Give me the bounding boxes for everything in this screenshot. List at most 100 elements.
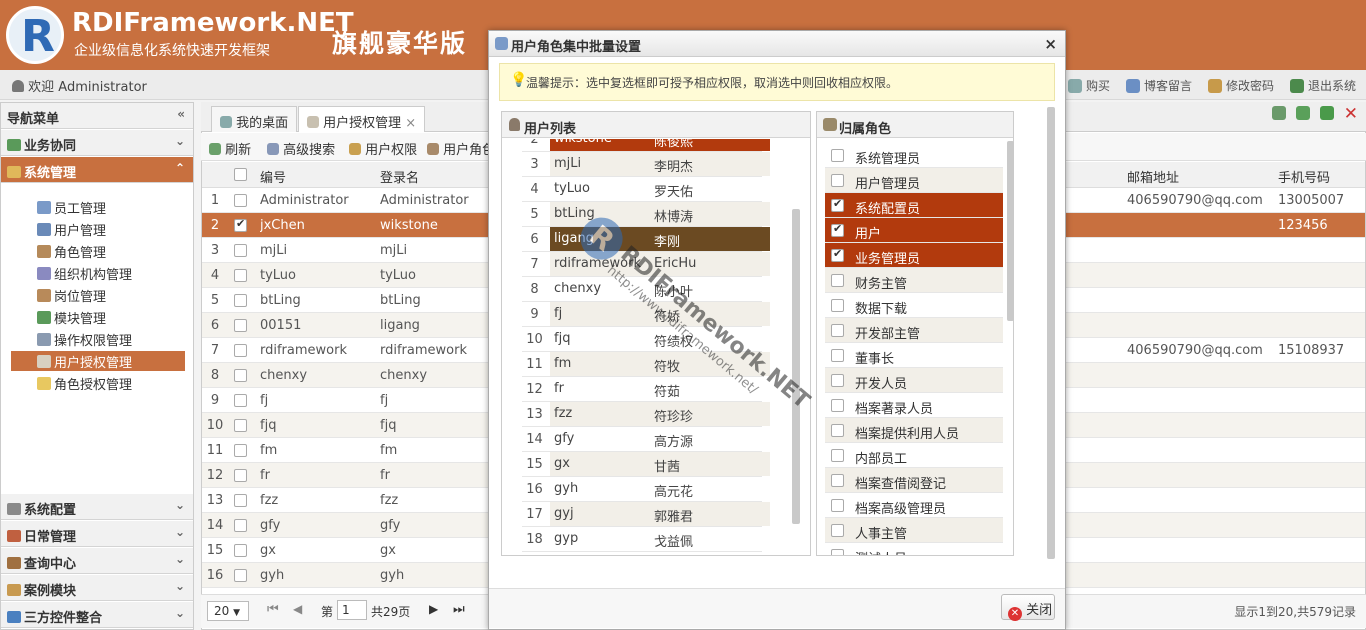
user-list-item[interactable]: 5 btLing 林博涛 <box>522 202 770 227</box>
page-size-select[interactable]: 20 ▼ <box>207 601 249 621</box>
collapse-icon[interactable]: « <box>177 107 185 121</box>
role-item[interactable]: 档案高级管理员 <box>825 493 1003 518</box>
role-checkbox[interactable] <box>831 449 844 462</box>
row-checkbox[interactable] <box>234 419 247 432</box>
refresh-button[interactable]: 刷新 <box>209 139 251 158</box>
row-checkbox[interactable] <box>234 569 247 582</box>
prev-page-button[interactable]: ◀ <box>293 602 302 616</box>
user-list-item[interactable]: 17 gyj 郭雅君 <box>522 502 770 527</box>
row-checkbox[interactable] <box>234 469 247 482</box>
user-list-item[interactable]: 14 gfy 高方源 <box>522 427 770 452</box>
next-page-button[interactable]: ▶ <box>429 602 438 616</box>
sidebar-item-users[interactable]: 用户管理 <box>37 219 106 239</box>
role-item[interactable]: 系统配置员 <box>825 193 1003 218</box>
user-list-item[interactable]: 15 gx 甘茜 <box>522 452 770 477</box>
role-item[interactable]: 人事主管 <box>825 518 1003 543</box>
role-item[interactable]: 档案提供利用人员 <box>825 418 1003 443</box>
sidebar-group-system[interactable]: 系统管理 ⌃ <box>1 157 193 183</box>
header-code[interactable]: 编号 <box>254 162 374 188</box>
refresh-icon[interactable] <box>1296 106 1310 123</box>
sidebar-group-config[interactable]: 系统配置 ⌄ <box>1 494 193 520</box>
sidebar-item-module[interactable]: 模块管理 <box>37 307 106 327</box>
row-checkbox[interactable] <box>234 519 247 532</box>
last-page-button[interactable]: ⏭ <box>453 602 465 617</box>
role-item[interactable]: 测试人员 <box>825 543 1003 555</box>
row-checkbox[interactable] <box>234 494 247 507</box>
close-button[interactable]: ✕ 关闭 <box>1001 594 1055 621</box>
role-item[interactable]: 内部员工 <box>825 443 1003 468</box>
role-checkbox[interactable] <box>831 197 844 212</box>
sidebar-group-cases[interactable]: 案例模块 ⌄ <box>1 575 193 601</box>
sidebar-group-business[interactable]: 业务协同 ⌄ <box>1 130 193 156</box>
role-item[interactable]: 系统管理员 <box>825 143 1003 168</box>
header-mobile[interactable]: 手机号码 <box>1272 162 1365 188</box>
role-item[interactable]: 业务管理员 <box>825 243 1003 268</box>
sidebar-group-daily[interactable]: 日常管理 ⌄ <box>1 521 193 547</box>
user-list-item[interactable]: 18 gyp 戈益佩 <box>522 527 770 552</box>
user-list-item[interactable]: 8 chenxy 陈小叶 <box>522 277 770 302</box>
dialog-scrollbar[interactable] <box>1047 107 1055 559</box>
header-email[interactable]: 邮箱地址 <box>1121 162 1272 188</box>
role-checkbox[interactable] <box>831 374 844 387</box>
role-item[interactable]: 用户 <box>825 218 1003 243</box>
blog-link[interactable]: 博客留言 <box>1125 77 1192 94</box>
row-checkbox[interactable] <box>234 319 247 332</box>
role-checkbox[interactable] <box>831 149 844 162</box>
close-icon[interactable]: × <box>1044 35 1057 53</box>
first-page-button[interactable]: ⏮ <box>267 602 279 617</box>
user-list-item[interactable]: 6 ligang 李刚 <box>522 227 770 252</box>
close-icon[interactable]: × <box>405 116 416 131</box>
logout-link[interactable]: 退出系统 <box>1289 77 1356 94</box>
sidebar-item-employee[interactable]: 员工管理 <box>37 197 106 217</box>
row-checkbox[interactable] <box>234 544 247 557</box>
role-checkbox[interactable] <box>831 174 844 187</box>
sidebar-item-post[interactable]: 岗位管理 <box>37 285 106 305</box>
user-list-item[interactable]: 13 fzz 符珍珍 <box>522 402 770 427</box>
user-list-item[interactable]: 12 fr 符茹 <box>522 377 770 402</box>
user-list-item[interactable]: 9 fj 符娇 <box>522 302 770 327</box>
role-scrollbar[interactable] <box>1007 141 1014 321</box>
role-item[interactable]: 董事长 <box>825 343 1003 368</box>
row-checkbox[interactable] <box>234 369 247 382</box>
row-checkbox[interactable] <box>234 194 247 207</box>
sidebar-item-role-auth[interactable]: 角色授权管理 <box>37 373 132 393</box>
buy-link[interactable]: 购买 <box>1067 77 1110 94</box>
role-checkbox[interactable] <box>831 299 844 312</box>
sidebar-group-thirdparty[interactable]: 三方控件整合 ⌄ <box>1 602 193 628</box>
row-checkbox[interactable] <box>234 244 247 257</box>
sidebar-item-org[interactable]: 组织机构管理 <box>37 263 132 283</box>
user-list-item[interactable]: 11 fm 符牧 <box>522 352 770 377</box>
row-checkbox[interactable] <box>234 444 247 457</box>
page-input[interactable]: 1 <box>337 600 367 620</box>
select-all-checkbox[interactable] <box>234 168 247 181</box>
role-checkbox[interactable] <box>831 324 844 337</box>
role-checkbox[interactable] <box>831 424 844 437</box>
role-checkbox[interactable] <box>831 274 844 287</box>
role-checkbox[interactable] <box>831 524 844 537</box>
row-checkbox[interactable] <box>234 394 247 407</box>
close-all-icon[interactable]: ✕ <box>1344 104 1358 124</box>
user-permission-button[interactable]: 用户权限 <box>349 139 417 158</box>
sidebar-group-query[interactable]: 查询中心 ⌄ <box>1 548 193 574</box>
role-checkbox[interactable] <box>831 222 844 237</box>
role-checkbox[interactable] <box>831 499 844 512</box>
row-checkbox[interactable] <box>234 344 247 357</box>
user-list-item[interactable]: 2 wikstone陈俊熙 <box>522 139 770 152</box>
row-checkbox[interactable] <box>234 294 247 307</box>
fullscreen-icon[interactable] <box>1320 106 1334 123</box>
user-list-item[interactable]: 3 mjLi 李明杰 <box>522 152 770 177</box>
user-list-item[interactable]: 4 tyLuo 罗天佑 <box>522 177 770 202</box>
sidebar-item-roles[interactable]: 角色管理 <box>37 241 106 261</box>
role-checkbox[interactable] <box>831 399 844 412</box>
sidebar-item-user-auth[interactable]: 用户授权管理 <box>37 351 132 371</box>
role-item[interactable]: 财务主管 <box>825 268 1003 293</box>
tab-desktop[interactable]: 我的桌面 <box>211 106 298 132</box>
user-role-button[interactable]: 用户角色 <box>427 139 495 158</box>
role-item[interactable]: 用户管理员 <box>825 168 1003 193</box>
role-item[interactable]: 开发人员 <box>825 368 1003 393</box>
scrollbar[interactable] <box>792 209 800 524</box>
role-checkbox[interactable] <box>831 349 844 362</box>
role-checkbox[interactable] <box>831 549 844 555</box>
role-item[interactable]: 数据下载 <box>825 293 1003 318</box>
tab-user-auth[interactable]: 用户授权管理 × <box>298 106 426 132</box>
